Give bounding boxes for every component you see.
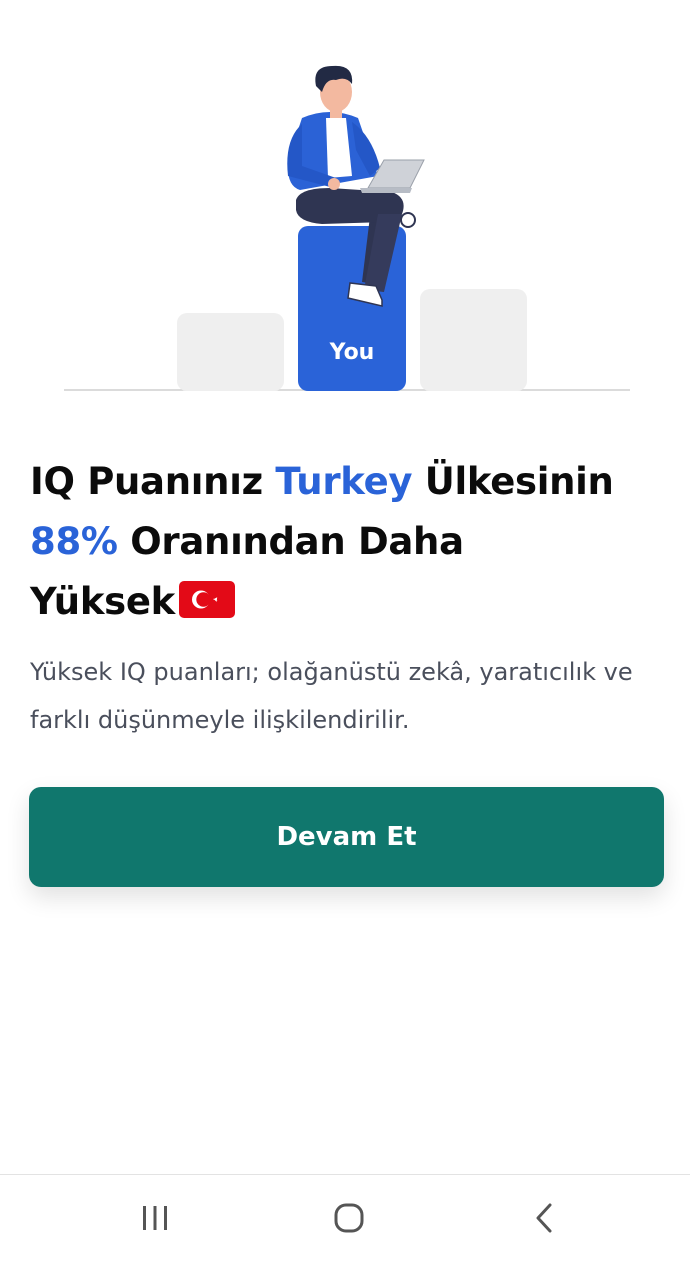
headline-part4: Yüksek (30, 580, 175, 623)
back-icon (536, 1203, 552, 1233)
headline-part2: Ülkesinin (412, 460, 614, 503)
headline-part1: IQ Puanınız (30, 460, 276, 503)
system-nav-bar (0, 1174, 690, 1261)
result-headline: IQ Puanınız Turkey Ülkesinin 88% Oranınd… (30, 452, 650, 636)
continue-button[interactable]: Devam Et (29, 787, 664, 887)
recents-button[interactable] (125, 1193, 185, 1243)
podium-illustration: You (0, 0, 690, 400)
headline-part3: Oranından Daha (117, 520, 464, 563)
home-icon (334, 1203, 364, 1233)
result-description: Yüksek IQ puanları; olağanüstü zekâ, yar… (30, 658, 633, 734)
headline-country: Turkey (275, 460, 413, 503)
home-button[interactable] (319, 1193, 379, 1243)
turkey-flag-icon (178, 576, 235, 636)
result-screen: You IQ Puanınız Turkey Ülkesinin 88% Ora… (0, 0, 690, 1261)
you-label: You (329, 340, 375, 365)
recents-icon (143, 1206, 167, 1230)
headline-percent: 88% (30, 520, 118, 563)
back-button[interactable] (514, 1193, 574, 1243)
left-bar (177, 313, 284, 391)
right-bar (420, 289, 527, 391)
